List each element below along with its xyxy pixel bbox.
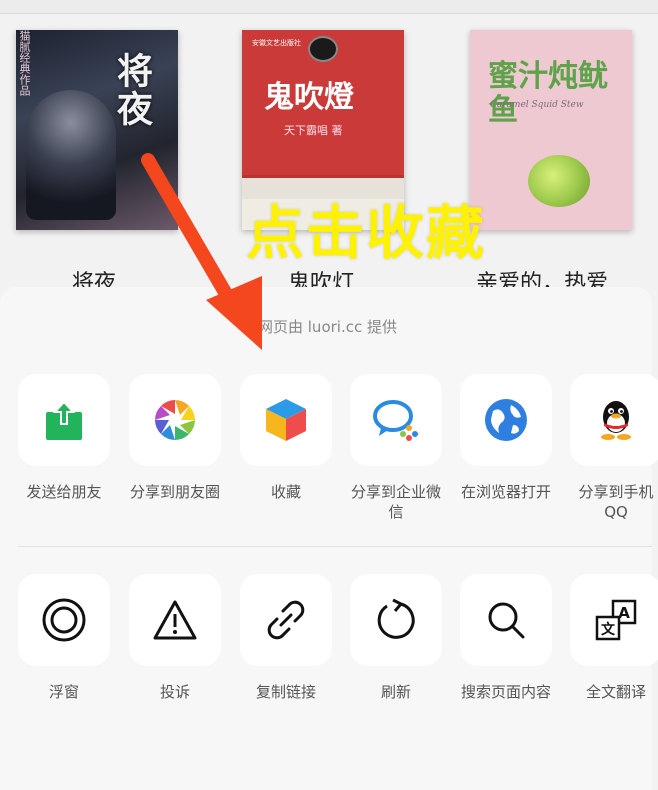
item-label: 在浏览器打开 (460, 483, 551, 501)
float-window-button[interactable]: 浮窗 (18, 574, 110, 702)
item-label: 分享到企业微信 (350, 483, 441, 521)
cover-title: 蜜汁炖鱿鱼 (488, 59, 608, 128)
float-window-icon (18, 574, 110, 666)
cover-emblem (308, 36, 338, 62)
share-moments-button[interactable]: 分享到朋友圈 (129, 374, 221, 502)
item-label: 投诉 (159, 683, 190, 701)
share-sheet (0, 287, 652, 790)
item-label: 分享到手机QQ (578, 483, 654, 521)
item-label: 发送给朋友 (26, 483, 102, 501)
book-cover-squid[interactable]: 蜜汁炖鱿鱼 Caramel Squid Stew (470, 30, 632, 230)
search-page-button[interactable]: 搜索页面内容 (460, 574, 552, 702)
qq-penguin-icon (570, 374, 658, 466)
browser-globe-icon (460, 374, 552, 466)
item-label: 搜索页面内容 (460, 683, 551, 701)
cover-english-title: Caramel Squid Stew (490, 100, 584, 110)
item-label: 全文翻译 (585, 683, 646, 701)
item-label: 收藏 (270, 483, 301, 501)
item-label: 复制链接 (255, 683, 316, 701)
moments-icon (129, 374, 221, 466)
share-wecom-button[interactable]: 分享到企业微信 (350, 374, 442, 522)
cover-subtitle: 猫腻经典作品 (18, 30, 31, 96)
click-favorite-annotation: 点击收藏 (246, 199, 487, 267)
top-edge (0, 0, 658, 14)
item-label: 刷新 (380, 683, 411, 701)
warning-icon (129, 574, 221, 666)
item-label: 浮窗 (48, 683, 79, 701)
row-divider (18, 546, 652, 547)
send-to-friend-button[interactable]: 发送给朋友 (18, 374, 110, 502)
favorite-button[interactable]: 收藏 (240, 374, 332, 502)
svg-text:文: 文 (601, 621, 616, 638)
share-qq-button[interactable]: 分享到手机QQ (570, 374, 658, 522)
cover-publisher: 安徽文艺出版社 (252, 39, 301, 47)
translate-icon: A 文 (570, 574, 658, 666)
item-label: 分享到朋友圈 (129, 483, 220, 501)
wecom-icon (350, 374, 442, 466)
copy-link-button[interactable]: 复制链接 (240, 574, 332, 702)
cover-illustration (26, 90, 116, 220)
open-in-browser-button[interactable]: 在浏览器打开 (460, 374, 552, 502)
link-icon (240, 574, 332, 666)
refresh-icon (350, 574, 442, 666)
translate-button[interactable]: A 文 全文翻译 (570, 574, 658, 702)
cover-title: 将夜 (111, 52, 153, 128)
refresh-button[interactable]: 刷新 (350, 574, 442, 702)
search-icon (460, 574, 552, 666)
report-button[interactable]: 投诉 (129, 574, 221, 702)
lime-illustration (528, 155, 590, 207)
send-to-friend-icon (18, 374, 110, 466)
favorite-cube-icon (240, 374, 332, 466)
cover-author: 天下霸唱 著 (284, 124, 343, 137)
cover-title: 鬼吹燈 (264, 80, 354, 115)
